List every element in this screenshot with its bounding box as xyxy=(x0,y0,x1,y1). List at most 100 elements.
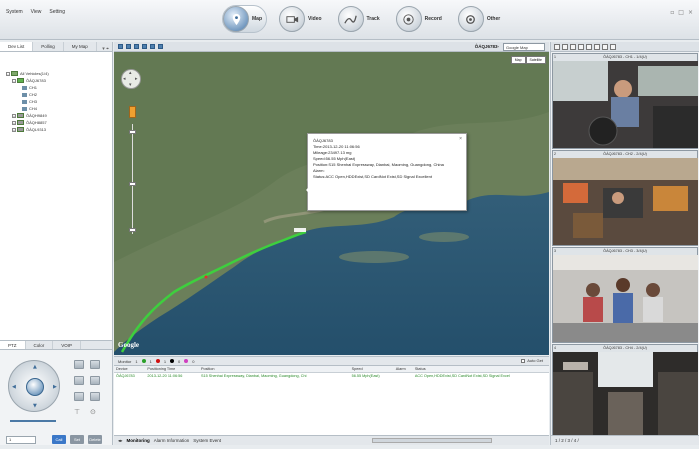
camera-feed-4 xyxy=(553,352,698,439)
tab-voip[interactable]: VOIP xyxy=(53,341,82,349)
tab-my-map[interactable]: My Map xyxy=(64,42,97,51)
layers-icon[interactable] xyxy=(158,44,163,49)
tree-vehicle[interactable]: − ÔÁQJ6783 xyxy=(6,77,112,84)
camera-feed-2 xyxy=(553,158,698,245)
select-icon[interactable] xyxy=(126,44,131,49)
wiper-icon[interactable]: ⊤ xyxy=(74,408,80,416)
zoom-handle[interactable] xyxy=(129,182,136,186)
zoom-out-button[interactable] xyxy=(90,360,100,369)
ptz-center-button[interactable] xyxy=(26,378,44,396)
alarm-dot-icon xyxy=(155,359,160,363)
tab-dev-list[interactable]: Dev List xyxy=(0,42,34,51)
iris-open-button[interactable] xyxy=(74,392,84,401)
area-icon[interactable] xyxy=(142,44,147,49)
tree-vehicle[interactable]: + ÔÁQH8857 xyxy=(6,119,112,126)
tab-ptz[interactable]: PTZ xyxy=(0,341,26,349)
auto-get-checkbox[interactable]: Auto Get xyxy=(521,358,543,363)
menu-setting[interactable]: Setting xyxy=(49,9,65,15)
play-icon[interactable] xyxy=(602,43,608,50)
pan-right-icon[interactable]: ▸ xyxy=(135,76,138,82)
mode-track-label: Track xyxy=(366,16,380,22)
focus-far-button[interactable] xyxy=(90,376,100,385)
measure-icon[interactable] xyxy=(134,44,139,49)
arrow-right-icon[interactable]: ▶ xyxy=(53,384,57,390)
layout-4-icon[interactable] xyxy=(562,43,568,50)
volume-icon[interactable] xyxy=(586,43,592,50)
pin-icon[interactable]: ▾ ⌖ xyxy=(102,46,109,52)
iris-close-button[interactable] xyxy=(90,392,100,401)
fullscreen-icon[interactable] xyxy=(150,44,155,49)
mode-other-label: Other xyxy=(486,16,501,22)
tree-channel-label: CH2 xyxy=(29,92,38,97)
tree-channel[interactable]: CH3 xyxy=(6,98,112,105)
video-tile[interactable]: ÔÁQJ6783 - CH3 - 3/4(U) 3 xyxy=(552,247,698,343)
video-tile[interactable]: ÔÁQJ6783 - CH1 - 1/4(U) 1 xyxy=(552,53,698,149)
map-type-map[interactable]: Map xyxy=(510,56,526,64)
zoom-plus-button[interactable] xyxy=(129,130,136,134)
map-pan-control[interactable]: ▴ ▾ ◂ ▸ xyxy=(121,69,141,89)
other-count: 0 xyxy=(192,358,195,364)
map-type-satellite[interactable]: Satellite xyxy=(525,56,546,64)
table-row[interactable]: ÔÁQJ6783 2013-12-20 11:06:56 S15 Shenhai… xyxy=(114,373,549,380)
tree-vehicle[interactable]: + ÔÁQH9849 xyxy=(6,112,112,119)
tree-vehicle-label: ÔÁQJ6783 xyxy=(26,78,46,83)
record-video-icon[interactable] xyxy=(578,43,584,50)
set-preset-button[interactable]: Set xyxy=(70,435,84,444)
arrow-down-icon[interactable]: ▼ xyxy=(33,403,37,409)
light-icon[interactable]: ⊙ xyxy=(90,408,96,416)
zoom-minus-button[interactable] xyxy=(129,228,136,232)
video-tile[interactable]: ÔÁQJ6783 - CH4 - 2/4(U) 4 xyxy=(552,344,698,440)
map-provider-select[interactable]: Google Map xyxy=(503,43,545,51)
mode-track-button[interactable]: Track xyxy=(337,5,384,33)
tree-channel-label: CH3 xyxy=(29,99,38,104)
pan-up-icon[interactable]: ▴ xyxy=(129,70,132,76)
tab-polling[interactable]: Polling xyxy=(33,42,64,51)
arrow-up-icon[interactable]: ▲ xyxy=(33,364,37,370)
tree-channel[interactable]: CH4 xyxy=(6,105,112,112)
stop-icon[interactable] xyxy=(610,43,616,50)
camera-icon xyxy=(22,106,27,111)
street-view-icon[interactable] xyxy=(129,106,136,118)
mode-record-button[interactable]: Record xyxy=(395,5,446,33)
zoom-in-button[interactable] xyxy=(74,360,84,369)
delete-preset-button[interactable]: Delete xyxy=(88,435,102,444)
ptz-direction-pad[interactable]: ▲ ▼ ◀ ▶ xyxy=(8,360,60,412)
tree-channel[interactable]: CH1 xyxy=(6,84,112,91)
video-page-tabs[interactable]: 1 / 2 / 3 / 4 / xyxy=(551,435,699,445)
focus-near-button[interactable] xyxy=(74,376,84,385)
close-popup-icon[interactable]: × xyxy=(459,136,462,142)
talk-icon[interactable] xyxy=(594,43,600,50)
tab-nav-icon[interactable]: ◂▸ xyxy=(118,438,123,444)
arrow-left-icon[interactable]: ◀ xyxy=(12,384,16,390)
tab-monitoring[interactable]: Monitoring xyxy=(127,438,150,443)
tree-root[interactable]: − All Vehicles(1/4) xyxy=(6,70,112,77)
close-icon[interactable]: × xyxy=(688,9,693,16)
tab-system-event[interactable]: System Event xyxy=(193,438,221,443)
folder-icon xyxy=(11,71,18,76)
layout-1-icon[interactable] xyxy=(554,43,560,50)
map-zoom-slider[interactable] xyxy=(132,124,133,234)
mode-other-button[interactable]: Other xyxy=(457,5,504,33)
tree-channel[interactable]: CH2 xyxy=(6,91,112,98)
horizontal-scrollbar[interactable] xyxy=(372,438,492,443)
tree-vehicle[interactable]: + ÔÁQL9313 xyxy=(6,126,112,133)
call-preset-button[interactable]: Call xyxy=(52,435,66,444)
maximize-icon[interactable]: □ xyxy=(678,9,684,16)
pan-icon[interactable] xyxy=(118,44,123,49)
tab-color[interactable]: Color xyxy=(26,341,54,349)
mode-map-button[interactable]: Map xyxy=(222,5,267,33)
ptz-speed-slider[interactable] xyxy=(10,420,56,422)
checkbox-icon xyxy=(521,358,526,363)
minimize-icon[interactable]: ▫ xyxy=(670,9,674,16)
video-number: 1 xyxy=(554,55,556,59)
mode-video-button[interactable]: Video xyxy=(279,5,326,33)
pan-left-icon[interactable]: ◂ xyxy=(123,76,126,82)
tab-alarm-information[interactable]: Alarm Information xyxy=(154,438,190,443)
preset-number-input[interactable]: 1 xyxy=(6,436,36,444)
menu-system[interactable]: System xyxy=(6,9,23,15)
snapshot-icon[interactable] xyxy=(570,43,576,50)
pan-down-icon[interactable]: ▾ xyxy=(129,82,132,88)
video-tile[interactable]: ÔÁQJ6783 - CH2 - 2/4(U) 2 xyxy=(552,150,698,246)
video-icon xyxy=(279,6,305,32)
menu-view[interactable]: View xyxy=(31,9,42,15)
